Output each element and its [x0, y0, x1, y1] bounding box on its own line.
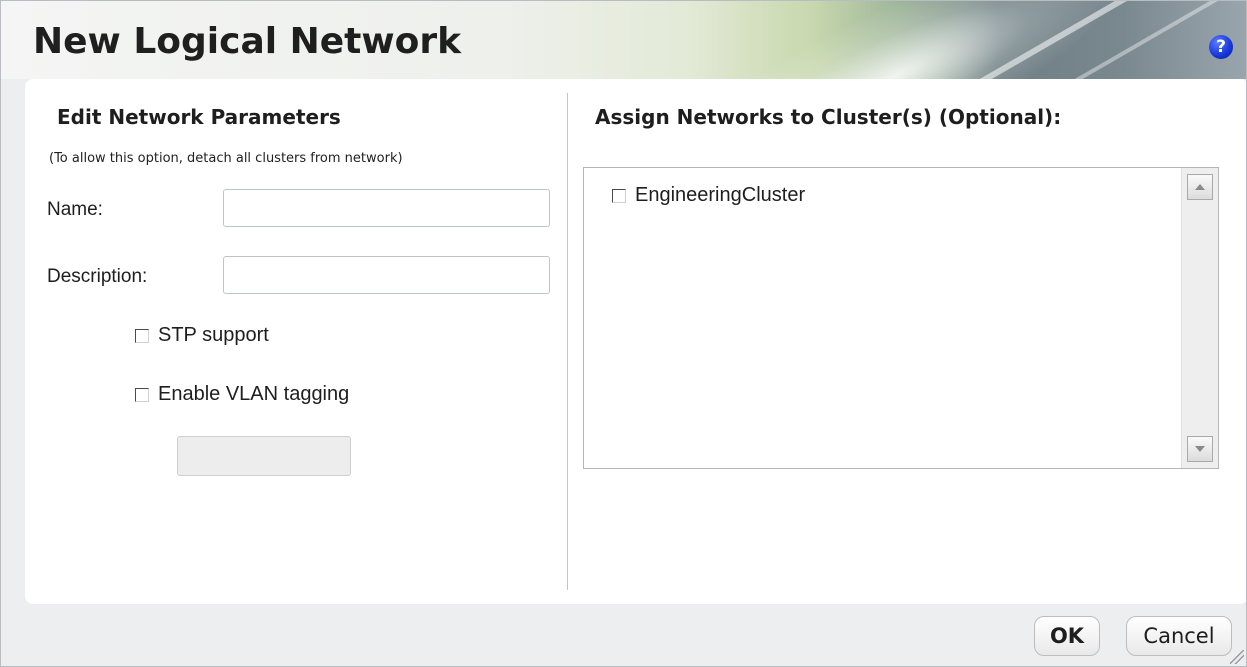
- description-input[interactable]: [223, 256, 550, 294]
- scroll-up-button[interactable]: [1187, 174, 1213, 200]
- new-logical-network-dialog: New Logical Network ? Edit Network Param…: [0, 0, 1247, 667]
- edit-network-parameters-heading: Edit Network Parameters: [57, 105, 341, 129]
- description-label: Description:: [47, 266, 148, 287]
- column-divider: [567, 93, 568, 590]
- dialog-titlebar: New Logical Network ?: [1, 1, 1246, 79]
- titlebar-decoration: [746, 1, 1196, 79]
- scroll-down-button[interactable]: [1187, 436, 1213, 462]
- enable-vlan-tagging-checkbox[interactable]: [135, 387, 149, 402]
- ok-button[interactable]: OK: [1034, 616, 1100, 656]
- name-input[interactable]: [223, 189, 550, 227]
- enable-vlan-tagging-label: Enable VLAN tagging: [158, 383, 350, 405]
- stp-support-option[interactable]: STP support: [135, 324, 269, 347]
- stp-support-label: STP support: [158, 324, 269, 346]
- question-icon[interactable]: ?: [1209, 35, 1233, 59]
- cluster-list-scrollbar[interactable]: [1181, 168, 1218, 468]
- assign-networks-heading: Assign Networks to Cluster(s) (Optional)…: [595, 105, 1062, 129]
- engineeringcluster-checkbox[interactable]: [612, 188, 626, 203]
- stp-support-checkbox[interactable]: [135, 328, 149, 343]
- cluster-list-item[interactable]: EngineeringCluster: [612, 184, 805, 207]
- enable-vlan-tagging-option[interactable]: Enable VLAN tagging: [135, 383, 349, 406]
- cancel-button[interactable]: Cancel: [1126, 616, 1232, 656]
- cluster-label: EngineeringCluster: [635, 184, 806, 206]
- name-label: Name:: [47, 199, 103, 220]
- arrow-down-icon: [1195, 446, 1205, 452]
- resize-grip-icon[interactable]: [1230, 650, 1244, 664]
- arrow-up-icon: [1195, 184, 1205, 190]
- vlan-id-input: [177, 436, 351, 476]
- detach-clusters-hint: (To allow this option, detach all cluste…: [49, 151, 403, 166]
- dialog-title: New Logical Network: [33, 21, 462, 62]
- cluster-list[interactable]: EngineeringCluster: [583, 167, 1219, 469]
